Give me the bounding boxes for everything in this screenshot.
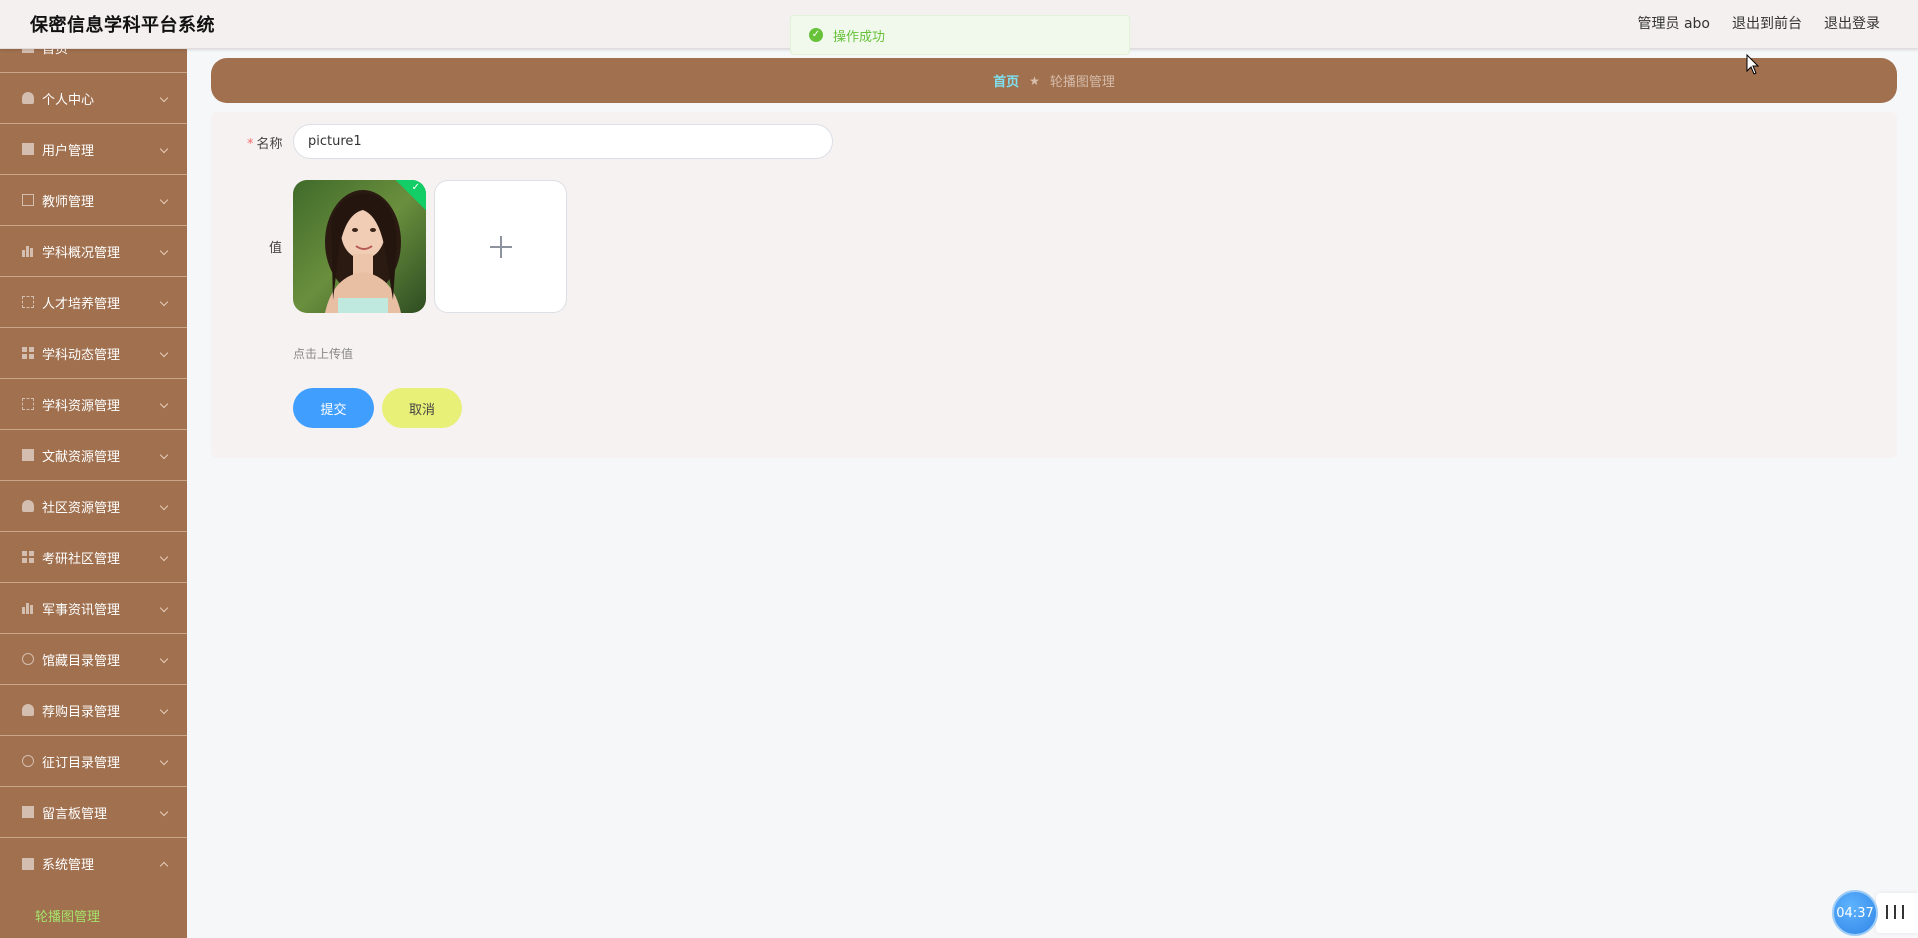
check-circle-icon: ✓	[809, 28, 823, 42]
sidebar-item-label: 社区资源管理	[42, 500, 121, 516]
breadcrumb-home-link[interactable]: 首页	[993, 71, 1019, 90]
clipboard-icon	[22, 143, 34, 155]
chevron-down-icon	[159, 756, 169, 766]
chevron-down-icon	[159, 654, 169, 664]
success-toast: ✓ 操作成功	[790, 15, 1130, 55]
thumb-icon	[22, 449, 34, 461]
edit-form: *名称 值 ✓ 点击上传值	[211, 112, 1897, 458]
person-icon	[22, 500, 34, 512]
upload-hint: 点击上传值	[293, 347, 354, 361]
sidebar-item-label: 馆藏目录管理	[42, 653, 121, 669]
chevron-down-icon	[159, 195, 169, 205]
recording-timer[interactable]: 04:37	[1832, 890, 1878, 936]
clipboard-icon	[22, 857, 34, 870]
chevron-down-icon	[159, 399, 169, 409]
sidebar-item-message-board[interactable]: 留言板管理	[0, 787, 187, 838]
required-asterisk: *	[247, 137, 254, 152]
sidebar-item-system[interactable]: 系统管理	[0, 838, 187, 889]
name-input[interactable]	[293, 124, 833, 159]
microphone-icon	[22, 755, 34, 767]
check-icon: ✓	[411, 182, 420, 193]
sidebar-item-label: 文献资源管理	[42, 449, 121, 465]
sidebar-subitem-carousel[interactable]: 轮播图管理	[0, 895, 187, 935]
breadcrumb-current: 轮播图管理	[1049, 75, 1115, 90]
frame-icon	[22, 398, 34, 410]
power-icon	[22, 653, 34, 665]
sidebar-item-label: 系统管理	[42, 858, 95, 873]
chevron-down-icon	[159, 705, 169, 715]
sidebar-item-label: 用户管理	[42, 143, 95, 159]
sidebar-item-label: 教师管理	[42, 194, 95, 210]
grid-icon	[22, 551, 34, 563]
sidebar-item-home[interactable]: 首页	[0, 49, 187, 73]
uploaded-image-thumbnail[interactable]: ✓	[293, 180, 426, 313]
sidebar-item-teachers[interactable]: 教师管理	[0, 175, 187, 226]
chevron-down-icon	[159, 603, 169, 613]
chevron-down-icon	[159, 246, 169, 256]
sidebar-item-label: 留言板管理	[42, 806, 108, 822]
current-user-label: 管理员 abo	[1637, 16, 1710, 32]
sidebar-item-discipline-resources[interactable]: 学科资源管理	[0, 379, 187, 430]
toast-text: 操作成功	[833, 29, 886, 45]
briefcase-icon	[22, 806, 34, 818]
sidebar-item-label: 学科动态管理	[42, 347, 121, 363]
box-icon	[22, 296, 34, 308]
chevron-up-icon	[159, 861, 169, 871]
sidebar-item-label: 学科资源管理	[42, 398, 121, 414]
sidebar-item-postgrad-community[interactable]: 考研社区管理	[0, 532, 187, 583]
bar-chart-icon	[22, 602, 34, 614]
chevron-down-icon	[159, 501, 169, 511]
sidebar-item-label: 学科概况管理	[42, 245, 121, 261]
cancel-button[interactable]: 取消	[382, 388, 462, 428]
exit-to-front-link[interactable]: 退出到前台	[1732, 13, 1802, 33]
name-label-text: 名称	[256, 137, 283, 152]
home-icon	[22, 49, 34, 53]
sidebar-item-military-news[interactable]: 军事资讯管理	[0, 583, 187, 634]
chevron-down-icon	[159, 450, 169, 460]
value-field-label: 值	[269, 241, 283, 256]
location-icon	[22, 704, 34, 716]
sidebar-item-label: 荐购目录管理	[42, 704, 121, 720]
header-actions: 管理员 abo 退出到前台 退出登录	[1638, 13, 1880, 33]
pause-icon[interactable]	[1886, 904, 1916, 920]
star-icon: ★	[1029, 73, 1040, 88]
person-icon	[22, 92, 34, 104]
sidebar-item-collection-catalog[interactable]: 馆藏目录管理	[0, 634, 187, 685]
sidebar-item-label: 考研社区管理	[42, 551, 121, 567]
sidebar-item-recommend-catalog[interactable]: 荐购目录管理	[0, 685, 187, 736]
sidebar-item-profile[interactable]: 个人中心	[0, 73, 187, 124]
sidebar: 首页 个人中心 用户管理 教师管理 学科概况管理 人才培养管理 学科动态管理 学…	[0, 49, 187, 938]
mouse-cursor-icon	[1746, 54, 1760, 75]
sidebar-item-users[interactable]: 用户管理	[0, 124, 187, 175]
sidebar-item-literature[interactable]: 文献资源管理	[0, 430, 187, 481]
name-field-label: * 名称	[247, 133, 283, 152]
sidebar-item-label: 军事资讯管理	[42, 602, 121, 618]
sidebar-item-label: 征订目录管理	[42, 755, 121, 771]
logout-link[interactable]: 退出登录	[1824, 13, 1880, 33]
sidebar-item-label: 首页	[42, 49, 69, 57]
bar-chart-icon	[22, 245, 34, 257]
chevron-down-icon	[159, 807, 169, 817]
chevron-down-icon	[159, 348, 169, 358]
submit-button[interactable]: 提交	[293, 388, 374, 428]
upload-button[interactable]	[434, 180, 567, 313]
grid-icon	[22, 347, 34, 359]
sidebar-item-discipline-overview[interactable]: 学科概况管理	[0, 226, 187, 277]
app-title: 保密信息学科平台系统	[30, 15, 215, 36]
portrait-photo	[293, 180, 426, 313]
sidebar-item-label: 个人中心	[42, 92, 95, 108]
sidebar-item-discipline-news[interactable]: 学科动态管理	[0, 328, 187, 379]
chevron-down-icon	[159, 93, 169, 103]
sidebar-item-subscription-catalog[interactable]: 征订目录管理	[0, 736, 187, 787]
mail-icon	[22, 194, 34, 206]
sidebar-item-talent[interactable]: 人才培养管理	[0, 277, 187, 328]
sidebar-item-community-resources[interactable]: 社区资源管理	[0, 481, 187, 532]
breadcrumb: 首页 ★ 轮播图管理	[211, 58, 1897, 103]
sidebar-item-label: 人才培养管理	[42, 296, 121, 312]
plus-icon	[489, 235, 512, 258]
chevron-down-icon	[159, 297, 169, 307]
chevron-down-icon	[159, 144, 169, 154]
chevron-down-icon	[159, 552, 169, 562]
